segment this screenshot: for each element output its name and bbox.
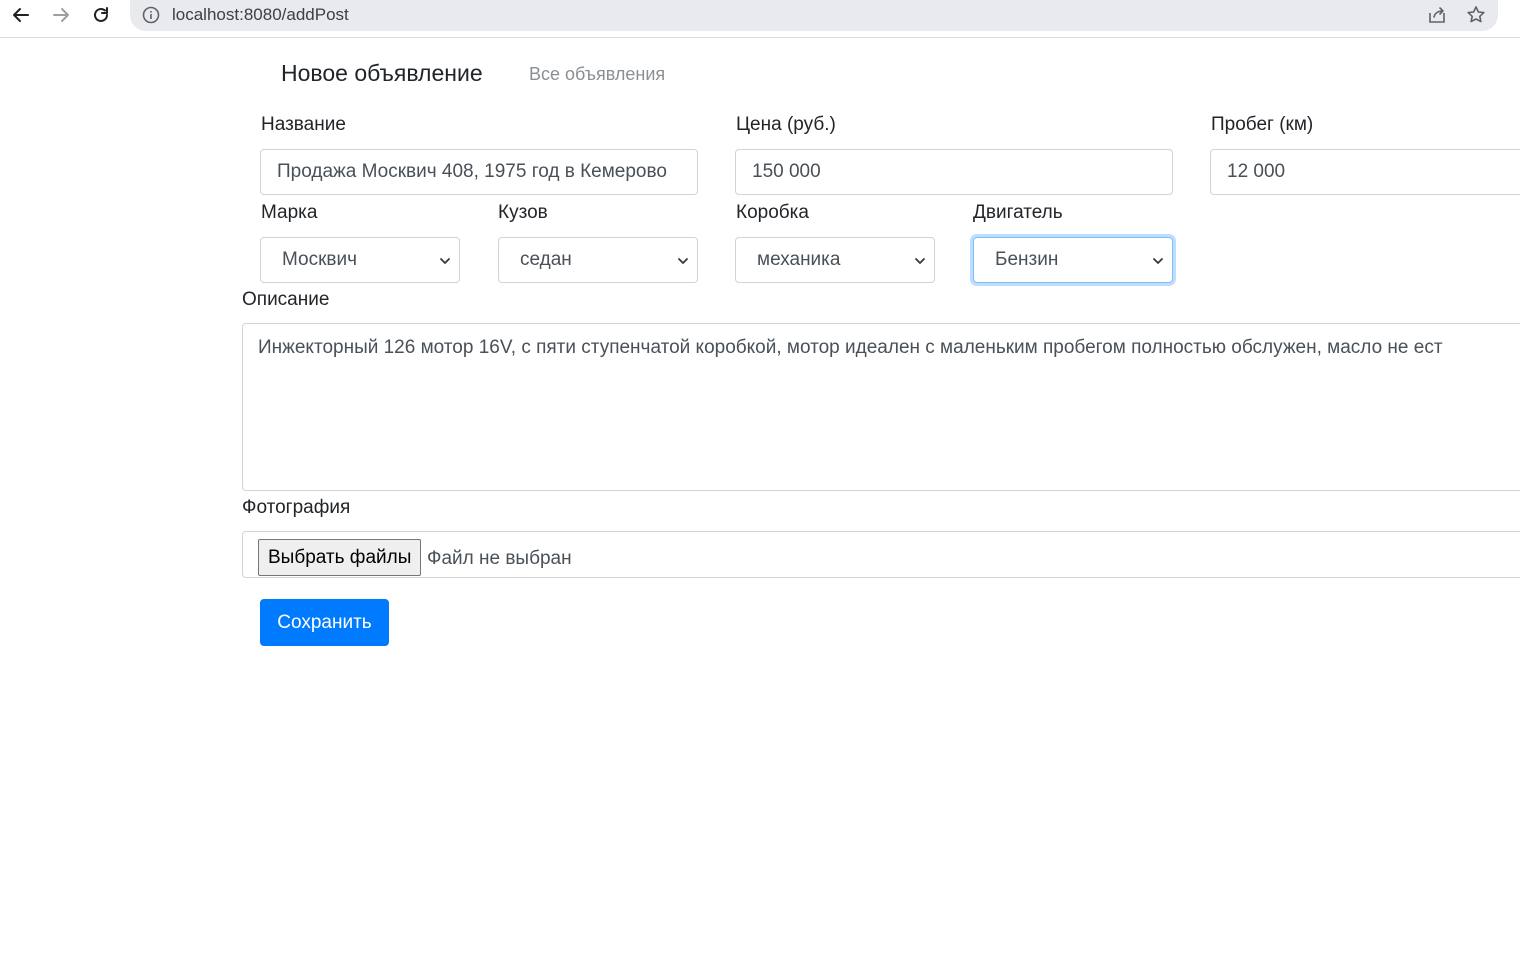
url-port: :8080 — [239, 5, 282, 24]
chevron-down-icon — [678, 258, 688, 264]
body-select[interactable]: седан — [498, 237, 698, 283]
gearbox-select-value: механика — [757, 249, 841, 270]
bookmark-star-icon[interactable] — [1465, 4, 1487, 26]
file-status-text: Файл не выбран — [427, 548, 572, 569]
site-info-icon[interactable] — [142, 6, 160, 24]
chevron-down-icon — [440, 258, 450, 264]
description-textarea[interactable]: Инжекторный 126 мотор 16V, с пяти ступен… — [242, 323, 1520, 491]
gearbox-label: Коробка — [736, 202, 809, 223]
share-icon[interactable] — [1426, 4, 1448, 26]
url-host: localhost — [172, 5, 240, 24]
choose-files-button[interactable]: Выбрать файлы — [258, 539, 422, 576]
forward-icon[interactable] — [49, 3, 73, 27]
back-icon[interactable] — [9, 3, 33, 27]
price-input-value: 150 000 — [752, 161, 821, 182]
body-label: Кузов — [498, 202, 548, 223]
photo-file-input[interactable]: Выбрать файлы Файл не выбран — [242, 531, 1520, 578]
url-path: /addPost — [281, 5, 349, 24]
engine-select-value: Бензин — [995, 249, 1059, 270]
description-text: Инжекторный 126 мотор 16V, с пяти ступен… — [258, 337, 1443, 358]
save-button[interactable]: Сохранить — [260, 599, 389, 646]
name-input[interactable]: Продажа Москвич 408, 1975 год в Кемерово — [260, 149, 698, 195]
chevron-down-icon — [1153, 258, 1163, 264]
engine-label: Двигатель — [973, 202, 1063, 223]
mileage-input[interactable]: 12 000 — [1210, 149, 1520, 195]
photo-label: Фотография — [242, 497, 351, 518]
mileage-input-value: 12 000 — [1227, 161, 1286, 182]
url-text: localhost:8080/addPost — [172, 5, 349, 25]
brand-label: Марка — [261, 202, 318, 223]
body-select-value: седан — [520, 249, 572, 270]
brand-select-value: Москвич — [282, 249, 358, 270]
engine-select[interactable]: Бензин — [973, 237, 1173, 283]
description-label: Описание — [242, 289, 330, 310]
address-bar[interactable]: localhost:8080/addPost — [130, 0, 1498, 31]
gearbox-select[interactable]: механика — [735, 237, 935, 283]
reload-icon[interactable] — [89, 3, 113, 27]
page-title: Новое объявление — [281, 60, 483, 86]
chevron-down-icon — [915, 258, 925, 264]
price-input[interactable]: 150 000 — [735, 149, 1173, 195]
brand-select[interactable]: Москвич — [260, 237, 460, 283]
mileage-label: Пробег (км) — [1211, 114, 1314, 135]
name-input-value: Продажа Москвич 408, 1975 год в Кемерово — [277, 161, 667, 182]
price-label: Цена (руб.) — [736, 114, 836, 135]
browser-toolbar: localhost:8080/addPost — [0, 0, 1520, 38]
all-posts-link[interactable]: Все объявления — [529, 64, 665, 85]
name-label: Название — [261, 114, 346, 135]
